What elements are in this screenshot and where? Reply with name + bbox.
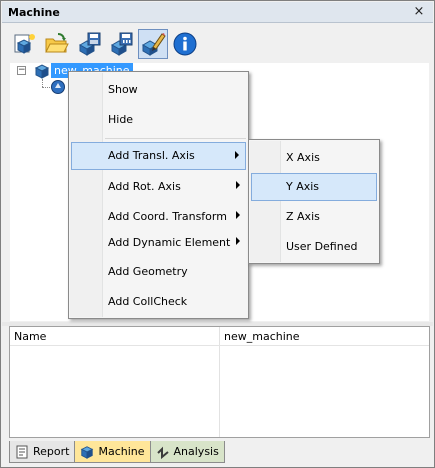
menu-item-label: Show	[108, 83, 138, 96]
menu-item-add-collcheck[interactable]: Add CollCheck	[71, 288, 246, 316]
submenu-transl-axis: X Axis Y Axis Z Axis User Defined	[248, 139, 380, 264]
tab-report[interactable]: Report	[9, 441, 76, 463]
close-icon[interactable]: ×	[411, 4, 427, 20]
submenu-arrow-icon	[236, 211, 240, 219]
property-value[interactable]: new_machine	[224, 330, 300, 343]
info-icon	[173, 32, 197, 56]
menu-item-show[interactable]: Show	[71, 76, 246, 104]
menu-item-label: User Defined	[286, 240, 358, 253]
panel-title: Machine	[8, 6, 60, 19]
tree-node-child-icon[interactable]	[50, 79, 66, 98]
menu-item-label: Add Dynamic Element	[108, 236, 231, 249]
submenu-arrow-icon	[235, 151, 239, 159]
open-folder-icon	[45, 33, 69, 53]
menu-item-add-rot-axis[interactable]: Add Rot. Axis	[71, 173, 246, 201]
submenu-item-z-axis[interactable]: Z Axis	[251, 203, 377, 231]
menu-item-add-geometry[interactable]: Add Geometry	[71, 258, 246, 286]
analysis-icon	[156, 446, 169, 459]
report-icon	[16, 445, 28, 458]
menu-item-add-coord-transform[interactable]: Add Coord. Transform	[71, 203, 246, 231]
save-button[interactable]	[74, 29, 104, 59]
property-name: Name	[14, 330, 47, 343]
bottom-tabs: Report Machine Analysis	[9, 441, 225, 463]
save-icon	[78, 32, 101, 56]
save-as-icon	[110, 32, 133, 56]
edit-button[interactable]	[138, 29, 168, 59]
tab-label: Machine	[98, 445, 145, 458]
edit-icon	[141, 33, 166, 56]
menu-item-label: Add Rot. Axis	[108, 180, 181, 193]
machine-icon	[81, 445, 94, 459]
menu-item-label: X Axis	[286, 151, 320, 164]
menu-item-label: Y Axis	[286, 180, 320, 193]
menu-item-label: Add Transl. Axis	[108, 149, 195, 162]
menu-item-label: Add Coord. Transform	[108, 210, 227, 223]
save-as-button[interactable]	[106, 29, 136, 59]
panel-titlebar: Machine ×	[2, 2, 433, 23]
tab-label: Analysis	[173, 445, 219, 458]
property-grid: Name new_machine	[9, 326, 430, 438]
tab-analysis[interactable]: Analysis	[149, 441, 225, 463]
tab-machine[interactable]: Machine	[74, 441, 151, 463]
menu-item-hide[interactable]: Hide	[71, 106, 246, 134]
new-machine-button[interactable]	[10, 29, 40, 59]
context-menu: Show Hide Add Transl. Axis Add Rot. Axis…	[68, 71, 249, 319]
tree-collapse-toggle[interactable]: −	[17, 66, 26, 75]
toolbar	[10, 29, 200, 61]
submenu-arrow-icon	[236, 237, 240, 245]
menu-item-add-transl-axis[interactable]: Add Transl. Axis	[71, 142, 246, 170]
tree-connector	[42, 87, 50, 88]
tree-connector	[42, 79, 43, 87]
submenu-item-x-axis[interactable]: X Axis	[251, 144, 377, 172]
menu-item-label: Hide	[108, 113, 134, 126]
new-machine-icon	[14, 34, 35, 54]
submenu-item-user-defined[interactable]: User Defined	[251, 233, 377, 261]
submenu-arrow-icon	[236, 181, 240, 189]
menu-separator	[105, 138, 246, 139]
open-button[interactable]	[42, 29, 72, 59]
menu-item-add-dynamic-element[interactable]: Add Dynamic Element	[71, 229, 246, 257]
menu-item-label: Add CollCheck	[108, 295, 188, 308]
menu-item-label: Z Axis	[286, 210, 320, 223]
menu-item-label: Add Geometry	[108, 265, 188, 278]
property-row[interactable]: Name new_machine	[10, 327, 429, 346]
tab-label: Report	[33, 445, 70, 458]
info-button[interactable]	[170, 29, 200, 59]
submenu-item-y-axis[interactable]: Y Axis	[251, 173, 377, 201]
